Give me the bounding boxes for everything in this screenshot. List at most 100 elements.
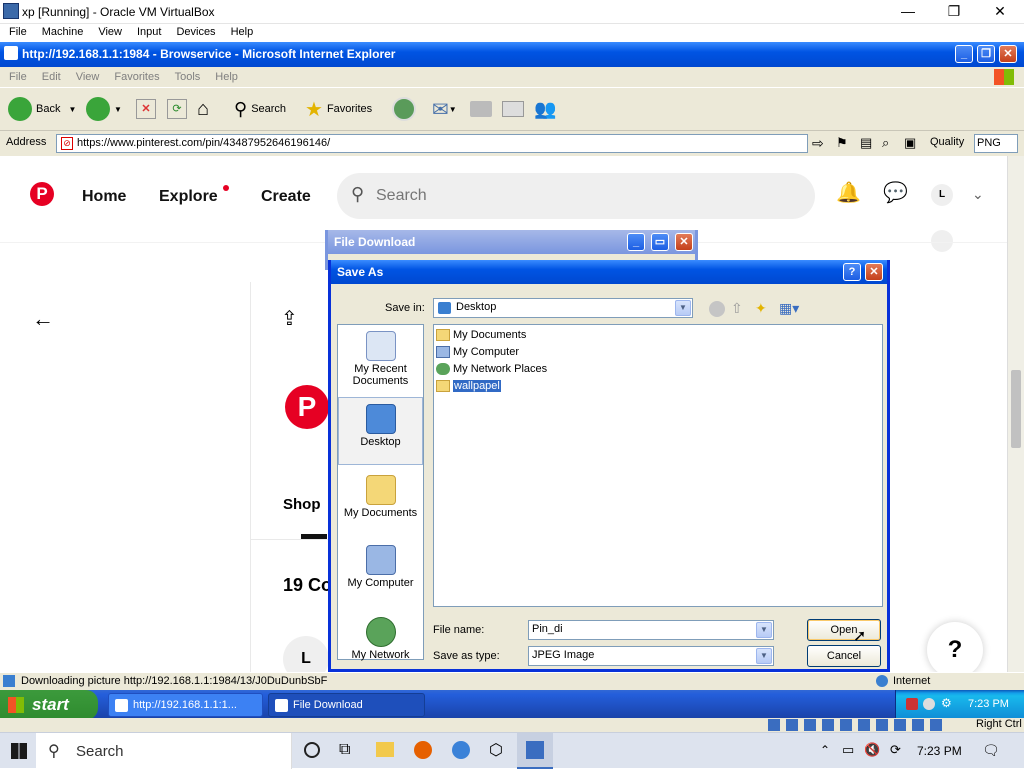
tray-app-icon[interactable] bbox=[923, 698, 935, 710]
place-my-network[interactable]: My Network bbox=[338, 617, 423, 661]
task-view-icon[interactable]: ⧉ bbox=[339, 741, 350, 759]
ie-close-button[interactable]: ✕ bbox=[999, 45, 1017, 63]
vbox-menu-help[interactable]: Help bbox=[222, 24, 260, 38]
forward-button[interactable]: ▼ bbox=[86, 94, 122, 124]
place-my-documents[interactable]: My Documents bbox=[338, 475, 423, 519]
page-icon[interactable]: ▤ bbox=[860, 135, 872, 151]
file-item-my-computer[interactable]: My Computer bbox=[436, 344, 519, 360]
ie-restore-button[interactable]: ❐ bbox=[977, 45, 995, 63]
chevron-down-icon[interactable]: ▼ bbox=[675, 300, 691, 316]
bell-icon[interactable]: 🔔 bbox=[836, 180, 861, 205]
start-button[interactable]: start bbox=[0, 690, 98, 720]
notifications-icon[interactable]: 🗨 bbox=[982, 742, 1000, 759]
print-button[interactable] bbox=[470, 94, 492, 124]
cortana-icon[interactable] bbox=[304, 742, 320, 758]
ie-menu-tools[interactable]: Tools bbox=[166, 67, 207, 83]
up-folder-icon[interactable]: ⇧ bbox=[731, 300, 743, 317]
file-list[interactable]: My Documents My Computer My Network Plac… bbox=[433, 324, 883, 607]
virtualbox-icon[interactable]: ⬡ bbox=[489, 740, 503, 760]
help-button[interactable]: ? bbox=[843, 263, 861, 281]
vbox-menu-input[interactable]: Input bbox=[128, 24, 167, 38]
ie-menu-file[interactable]: File bbox=[0, 67, 33, 83]
back-arrow-icon[interactable]: ← bbox=[32, 306, 54, 332]
messenger-button[interactable]: 👥 bbox=[534, 94, 556, 124]
clipboard-icon[interactable]: ▣ bbox=[904, 135, 916, 151]
ie-menu-help[interactable]: Help bbox=[206, 67, 244, 83]
maximize-button[interactable]: ❐ bbox=[931, 0, 977, 24]
network-icon[interactable]: ⚙ bbox=[941, 696, 952, 710]
quality-select[interactable]: PNG bbox=[974, 134, 1018, 153]
ie-menu-edit[interactable]: Edit bbox=[33, 67, 67, 83]
win10-search-box[interactable]: ⚲ Search bbox=[36, 733, 292, 769]
address-input[interactable]: ⊘ https://www.pinterest.com/pin/43487952… bbox=[56, 134, 808, 153]
vbox-menu-file[interactable]: File bbox=[0, 24, 33, 38]
vbox-menu-machine[interactable]: Machine bbox=[33, 24, 90, 38]
favorites-button[interactable]: ★ Favorites bbox=[305, 94, 372, 124]
nav-home[interactable]: Home bbox=[82, 188, 126, 206]
vertical-scrollbar[interactable] bbox=[1007, 156, 1024, 672]
file-item-wallpapel[interactable]: wallpapel bbox=[436, 378, 501, 394]
ie-minimize-button[interactable]: _ bbox=[955, 45, 973, 63]
vbox-menu-view[interactable]: View bbox=[89, 24, 128, 38]
chevron-down-icon[interactable]: ▼ bbox=[756, 648, 772, 664]
help-button[interactable]: ? bbox=[927, 622, 983, 672]
taskbar-item-ie[interactable]: http://192.168.1.1:1... bbox=[108, 693, 263, 717]
go-arrow-icon[interactable]: ⇨ bbox=[812, 135, 824, 152]
file-name-input[interactable]: Pin_di ▼ bbox=[528, 620, 774, 640]
taskbar-item-virtualbox-active[interactable] bbox=[517, 733, 553, 769]
volume-muted-icon[interactable]: 🔇 bbox=[864, 742, 880, 758]
cancel-button[interactable]: Cancel bbox=[807, 645, 881, 667]
chevron-up-icon[interactable]: ⌃ bbox=[820, 743, 830, 757]
file-item-my-documents[interactable]: My Documents bbox=[436, 327, 526, 343]
close-button[interactable]: ✕ bbox=[977, 0, 1023, 24]
ie-menu-view[interactable]: View bbox=[67, 67, 106, 83]
chevron-down-icon[interactable]: ⌄ bbox=[972, 186, 984, 203]
mail-button[interactable]: ✉ ▼ bbox=[432, 94, 457, 124]
place-my-computer[interactable]: My Computer bbox=[338, 545, 423, 589]
search-field[interactable]: ⚲ Search bbox=[337, 173, 815, 219]
shop-tab[interactable]: Shop bbox=[283, 496, 321, 513]
view-menu-icon[interactable]: ▦▾ bbox=[779, 300, 799, 317]
minimize-button[interactable]: — bbox=[885, 0, 931, 24]
shield-icon[interactable] bbox=[906, 698, 918, 710]
taskbar-item-file-download[interactable]: File Download bbox=[268, 693, 425, 717]
nav-create[interactable]: Create bbox=[261, 188, 311, 206]
comment-avatar[interactable]: L bbox=[283, 636, 329, 672]
browser-icon[interactable] bbox=[452, 741, 470, 759]
share-icon[interactable]: ⇪ bbox=[281, 306, 298, 331]
open-button[interactable]: Open bbox=[807, 619, 881, 641]
nav-explore[interactable]: Explore bbox=[159, 188, 218, 206]
file-explorer-icon[interactable] bbox=[376, 742, 394, 757]
back-icon[interactable] bbox=[709, 301, 725, 317]
place-my-recent-documents[interactable]: My Recent Documents bbox=[338, 331, 423, 387]
stop-button[interactable]: ✕ bbox=[136, 94, 156, 124]
save-as-type-select[interactable]: JPEG Image ▼ bbox=[528, 646, 774, 666]
ie-menu-favorites[interactable]: Favorites bbox=[105, 67, 165, 83]
security-icon[interactable]: ⟳ bbox=[890, 742, 901, 758]
minimize-button[interactable]: _ bbox=[627, 233, 645, 251]
refresh-button[interactable]: ⟳ bbox=[167, 94, 187, 124]
vbox-device-icons[interactable] bbox=[768, 719, 948, 731]
network-icon[interactable]: ▭ bbox=[842, 742, 854, 758]
edit-button[interactable] bbox=[502, 94, 524, 124]
close-button[interactable]: ✕ bbox=[865, 263, 883, 281]
new-folder-icon[interactable]: ✦ bbox=[755, 300, 767, 317]
chevron-down-icon[interactable]: ▼ bbox=[756, 622, 772, 638]
messages-icon[interactable]: 💬 bbox=[883, 180, 908, 205]
place-desktop[interactable]: Desktop bbox=[338, 397, 423, 465]
bookmark-icon[interactable]: ⚑ bbox=[836, 135, 848, 151]
pinterest-avatar-logo[interactable]: P bbox=[285, 385, 329, 429]
pinterest-logo[interactable]: P bbox=[30, 182, 54, 206]
scrollbar-thumb[interactable] bbox=[1011, 370, 1021, 448]
home-button[interactable]: ⌂ bbox=[197, 94, 209, 124]
maximize-button[interactable]: ▭ bbox=[651, 233, 669, 251]
file-item-my-network-places[interactable]: My Network Places bbox=[436, 361, 547, 377]
firefox-icon[interactable] bbox=[414, 741, 432, 759]
windows-start-icon[interactable] bbox=[11, 743, 27, 759]
search-button[interactable]: ⚲ Search bbox=[234, 94, 286, 124]
find-icon[interactable]: ⌕ bbox=[882, 135, 889, 151]
history-button[interactable] bbox=[392, 94, 420, 124]
back-button[interactable]: Back ▼ bbox=[8, 94, 76, 124]
close-button[interactable]: ✕ bbox=[675, 233, 693, 251]
vbox-menu-devices[interactable]: Devices bbox=[167, 24, 221, 38]
